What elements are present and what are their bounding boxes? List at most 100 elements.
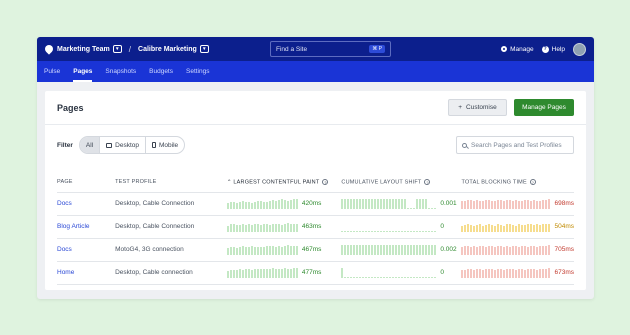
lcp-bar [235, 270, 238, 278]
tbt-bar [512, 201, 515, 209]
team-switcher[interactable]: Marketing Team ▾ [43, 43, 122, 55]
lcp-bar [289, 269, 292, 278]
cls-bar [410, 231, 413, 232]
tab-pages[interactable]: Pages [73, 61, 93, 82]
tbt-value: 698ms [554, 200, 574, 207]
manage-link[interactable]: Manage [501, 46, 534, 53]
tbt-bar [515, 226, 518, 232]
table-row[interactable]: Home Desktop, Cable connection 477ms 0 673ms [57, 261, 574, 285]
lcp-bar [253, 202, 256, 209]
search-pages-placeholder: Search Pages and Test Profiles [471, 141, 562, 149]
cls-bar [380, 231, 383, 232]
filter-desktop[interactable]: Desktop [100, 137, 146, 153]
column-header-tbt[interactable]: TOTAL BLOCKING TIME? [461, 173, 574, 193]
lcp-bar [268, 225, 271, 232]
cls-bar [362, 231, 365, 232]
lcp-value: 463ms [301, 223, 322, 230]
cls-bar [428, 231, 431, 232]
device-filter: All Desktop Mobile [78, 136, 186, 154]
page-link[interactable]: Home [57, 261, 116, 285]
avatar[interactable] [573, 42, 586, 56]
cls-bar [428, 245, 431, 255]
tbt-bar [539, 269, 542, 278]
cls-bar [431, 231, 434, 232]
table-row[interactable]: Docs MotoG4, 3G connection 467ms 0.002 705ms [57, 238, 574, 262]
page-link[interactable]: Blog Article [57, 215, 116, 239]
lcp-value: 477ms [301, 269, 322, 276]
cls-bar [383, 245, 386, 255]
tbt-bar [539, 225, 542, 232]
cls-bar [380, 199, 383, 209]
cls-bar [419, 245, 422, 255]
page-link[interactable]: Docs [57, 192, 116, 216]
column-header-cls[interactable]: CUMULATIVE LAYOUT SHIFT? [341, 173, 462, 193]
app-window: Marketing Team ▾ / Calibre Marketing ▾ F… [37, 37, 594, 299]
test-profile: MotoG4, 3G connection [115, 238, 227, 262]
column-header-page[interactable]: PAGE [57, 173, 116, 193]
tbt-bar [497, 224, 500, 232]
cls-bar [404, 277, 407, 278]
project-switcher[interactable]: Calibre Marketing ▾ [138, 45, 209, 53]
tbt-bar [470, 225, 473, 232]
filter-all[interactable]: All [79, 137, 101, 153]
tab-settings[interactable]: Settings [186, 61, 210, 82]
top-bar: Marketing Team ▾ / Calibre Marketing ▾ F… [37, 37, 594, 61]
customise-button[interactable]: + Customise [448, 99, 507, 116]
test-profile: Desktop, Cable Connection [115, 192, 227, 216]
search-pages-input[interactable]: Search Pages and Test Profiles [456, 136, 574, 154]
tbt-bar [518, 247, 521, 255]
lcp-bar [226, 271, 229, 278]
filter-mobile[interactable]: Mobile [146, 137, 184, 153]
tbt-bar [545, 224, 548, 232]
chevron-down-icon[interactable]: ▾ [199, 45, 209, 53]
table-row[interactable]: Blog Article Desktop, Cable Connection 463… [57, 215, 574, 239]
info-icon[interactable]: ? [424, 179, 431, 186]
lcp-bar [244, 225, 247, 232]
lcp-bar [241, 201, 244, 209]
lcp-sparkline [226, 198, 298, 209]
cls-bar [359, 277, 362, 278]
tbt-bar [485, 269, 488, 278]
cls-bar [386, 245, 389, 255]
page-link[interactable]: Docs [57, 238, 116, 262]
tbt-bar [464, 246, 467, 255]
info-icon[interactable]: ? [322, 179, 329, 186]
lcp-bar [262, 202, 265, 209]
cls-bar [368, 245, 371, 255]
find-site-input[interactable]: Find a Site ⌘ P [270, 41, 391, 57]
lcp-bar [256, 201, 259, 209]
tbt-bar [461, 201, 464, 209]
lcp-bar [277, 200, 280, 209]
tab-budgets[interactable]: Budgets [149, 61, 173, 82]
help-link[interactable]: ? Help [541, 45, 565, 53]
cls-sparkline [341, 221, 437, 232]
lcp-bar [295, 246, 298, 255]
cls-bar [422, 199, 425, 209]
tbt-bar [545, 269, 548, 278]
tbt-bar [530, 201, 533, 209]
lcp-bar [256, 269, 259, 278]
search-icon [462, 142, 467, 148]
lcp-bar [253, 224, 256, 232]
lcp-bar [235, 203, 238, 209]
chevron-down-icon[interactable]: ▾ [112, 45, 122, 53]
cls-bar [356, 277, 359, 278]
tbt-bar [533, 269, 536, 278]
lcp-bar [250, 203, 253, 209]
tab-snapshots[interactable]: Snapshots [105, 61, 136, 82]
table-row[interactable]: Docs Desktop, Cable Connection 420ms 0.001 6… [57, 192, 574, 216]
lcp-bar [232, 224, 235, 232]
lcp-bar [265, 269, 268, 278]
lcp-bar [238, 247, 241, 255]
manage-pages-button[interactable]: Manage Pages [514, 99, 574, 116]
info-icon[interactable]: ? [529, 179, 536, 186]
column-header-test-profile[interactable]: TEST PROFILE [115, 173, 227, 193]
tab-pulse[interactable]: Pulse [44, 61, 60, 82]
tbt-bar [539, 246, 542, 255]
tbt-bar [473, 246, 476, 255]
tbt-bar [467, 224, 470, 232]
lcp-bar [229, 270, 232, 278]
column-header-lcp[interactable]: ⌃ LARGEST CONTENTFUL PAINT? [226, 173, 342, 193]
test-profile: Desktop, Cable connection [115, 261, 227, 285]
cls-cell: 0 [341, 261, 462, 285]
